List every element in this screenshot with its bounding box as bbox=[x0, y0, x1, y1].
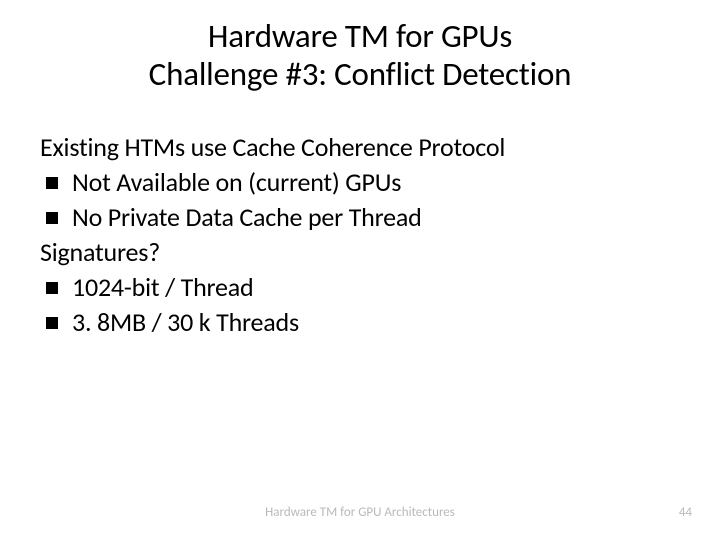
bullet-text: No Private Data Cache per Thread bbox=[72, 200, 422, 235]
footer-text: Hardware TM for GPU Architectures bbox=[0, 505, 720, 520]
page-number: 44 bbox=[679, 505, 692, 520]
body-paragraph: Signatures? bbox=[40, 235, 680, 270]
bullet-item: 1024-bit / Thread bbox=[40, 270, 680, 305]
slide-body: Existing HTMs use Cache Coherence Protoc… bbox=[40, 130, 680, 341]
bullet-text: 1024-bit / Thread bbox=[72, 270, 254, 305]
body-paragraph: Existing HTMs use Cache Coherence Protoc… bbox=[40, 130, 680, 165]
bullet-text: 3. 8MB / 30 k Threads bbox=[72, 305, 299, 340]
square-bullet-icon bbox=[46, 317, 58, 329]
slide: Hardware TM for GPUs Challenge #3: Confl… bbox=[0, 0, 720, 540]
title-line-2: Challenge #3: Conflict Detection bbox=[149, 54, 572, 94]
bullet-item: Not Available on (current) GPUs bbox=[40, 165, 680, 200]
bullet-item: 3. 8MB / 30 k Threads bbox=[40, 305, 680, 340]
slide-title: Hardware TM for GPUs Challenge #3: Confl… bbox=[40, 18, 680, 94]
title-line-1: Hardware TM for GPUs bbox=[208, 16, 512, 56]
bullet-item: No Private Data Cache per Thread bbox=[40, 200, 680, 235]
square-bullet-icon bbox=[46, 282, 58, 294]
bullet-text: Not Available on (current) GPUs bbox=[72, 165, 401, 200]
square-bullet-icon bbox=[46, 212, 58, 224]
square-bullet-icon bbox=[46, 177, 58, 189]
